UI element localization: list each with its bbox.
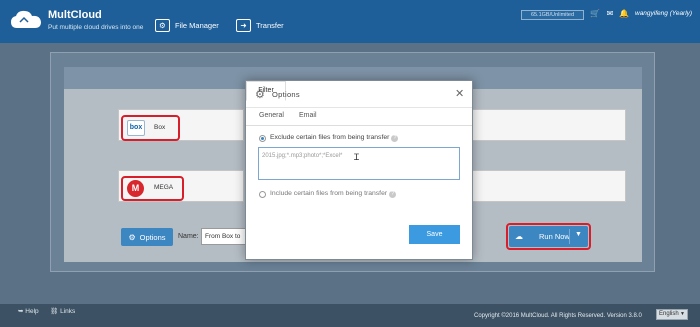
tab-email[interactable]: Email xyxy=(299,112,317,119)
exclude-radio[interactable] xyxy=(259,135,266,142)
logo-tagline: Put multiple cloud drives into one xyxy=(48,24,144,31)
copyright-text: Copyright ©2016 MultCloud. All Rights Re… xyxy=(474,313,642,319)
footer-links-link[interactable]: ⛓ Links xyxy=(50,307,75,315)
highlight-mega-target xyxy=(121,176,184,201)
bell-icon[interactable]: 🔔 xyxy=(619,9,629,19)
nav-transfer[interactable]: ➜ Transfer xyxy=(236,16,284,34)
cart-icon[interactable]: 🛒 xyxy=(590,9,600,19)
include-radio[interactable] xyxy=(259,191,266,198)
close-icon[interactable]: ✕ xyxy=(455,87,464,100)
nav-file-manager[interactable]: ⚙ File Manager xyxy=(155,16,219,34)
dialog-title: Options xyxy=(272,90,300,99)
nav-transfer-label: Transfer xyxy=(256,20,284,30)
language-value: English xyxy=(659,311,679,317)
task-name-label: Name: xyxy=(178,233,199,240)
gear-icon: ⚙ xyxy=(128,232,136,242)
footer-links-label: Links xyxy=(60,308,76,315)
chevron-down-icon: ▼ xyxy=(680,311,685,317)
gear-icon: ⚙ xyxy=(155,18,170,32)
help-icon[interactable]: ? xyxy=(391,135,399,142)
text-cursor-icon: Ɪ xyxy=(354,152,360,162)
logo-name: MultCloud xyxy=(48,9,102,21)
highlight-box-source xyxy=(121,115,180,141)
source-path-field[interactable] xyxy=(461,109,626,141)
link-icon: ⛓ xyxy=(50,308,61,315)
include-label: Include certain files from being transfe… xyxy=(270,190,388,197)
exclude-label: Exclude certain files from being transfe… xyxy=(270,134,390,141)
help-icon[interactable]: ? xyxy=(389,191,397,198)
mail-icon[interactable]: ✉ xyxy=(605,9,615,19)
cloud-logo-icon xyxy=(11,10,41,28)
arrow-right-icon: ➜ xyxy=(236,18,251,32)
gear-icon: ⚙ xyxy=(255,89,265,101)
footer-help-label: Help xyxy=(25,308,39,315)
nav-file-manager-label: File Manager xyxy=(175,20,219,30)
target-path-field[interactable] xyxy=(461,170,626,202)
save-button[interactable]: Save xyxy=(409,225,460,244)
multcloud-logo[interactable]: MultCloud Put multiple cloud drives into… xyxy=(8,4,143,38)
highlight-run-now xyxy=(506,223,591,250)
options-button[interactable]: ⚙ Options xyxy=(121,228,173,246)
user-account[interactable]: wangyifeng (Yearly) xyxy=(635,10,692,17)
include-option[interactable]: Include certain files from being transfe… xyxy=(270,190,397,198)
exclude-option[interactable]: Exclude certain files from being transfe… xyxy=(270,134,399,142)
options-dialog: ⚙ Options ✕ General Email Filter Exclude… xyxy=(245,80,473,260)
tab-general[interactable]: General xyxy=(259,112,284,119)
options-button-label: Options xyxy=(139,232,166,242)
traffic-indicator[interactable]: 65.1GB/Unlimited xyxy=(521,10,584,20)
footer-help-link[interactable]: ➥ Help xyxy=(18,307,39,315)
task-name-input[interactable]: From Box to xyxy=(201,228,247,245)
language-select[interactable]: English ▼ xyxy=(656,309,688,320)
